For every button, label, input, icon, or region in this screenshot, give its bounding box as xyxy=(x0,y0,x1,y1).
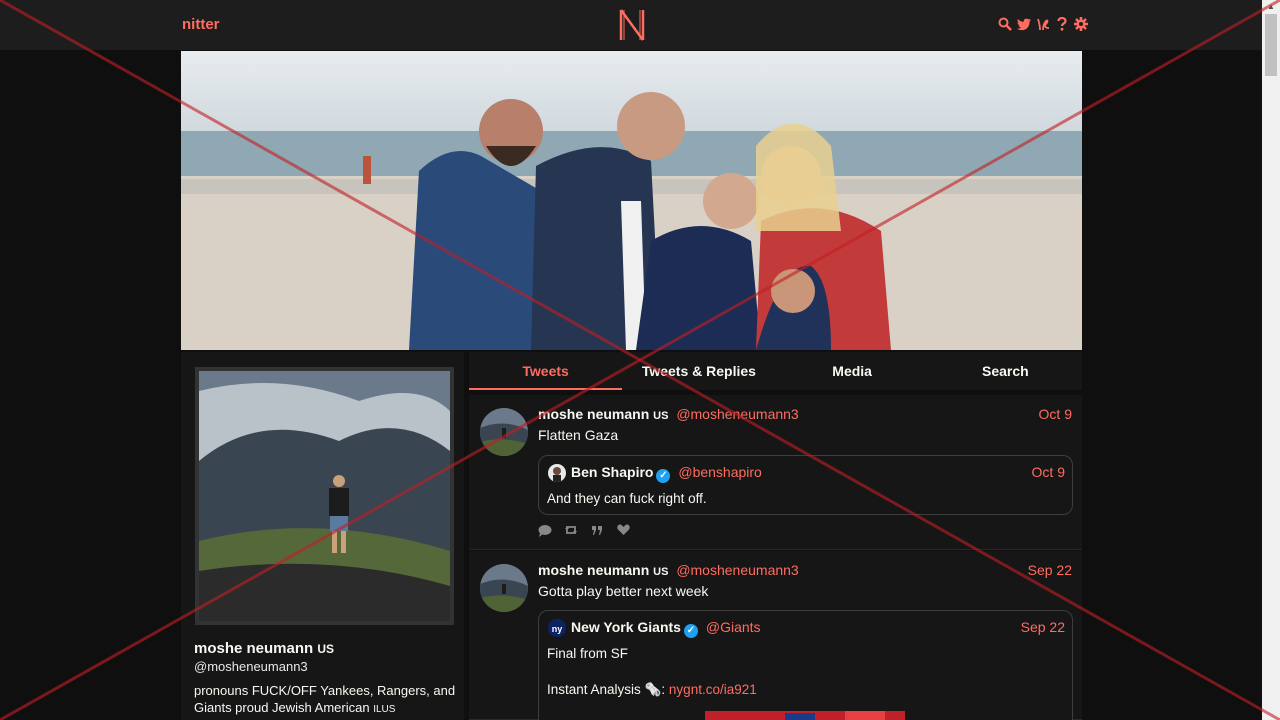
help-icon[interactable] xyxy=(1055,16,1069,32)
quote-text: And they can fuck right off. xyxy=(547,491,707,506)
tweet-stats xyxy=(538,523,630,537)
reply-icon[interactable] xyxy=(538,523,552,537)
profile-fullname-text: moshe neumann xyxy=(194,640,314,657)
tweet-avatar[interactable] xyxy=(480,564,528,612)
search-icon[interactable] xyxy=(998,16,1012,32)
retweet-icon[interactable] xyxy=(564,523,578,537)
tweet-fullname-text: moshe neumann xyxy=(538,406,650,422)
tweet-fullname-text: moshe neumann xyxy=(538,562,650,578)
quote-text-analysis: Instant Analysis 🗞️: nygnt.co/ia921 xyxy=(547,682,757,698)
quote-tweet[interactable]: ny New York Giants ✓ @Giants Sep 22 Final… xyxy=(538,610,1073,720)
twitter-bird-icon[interactable] xyxy=(1017,16,1031,32)
quote-fullname-text: New York Giants xyxy=(571,619,681,635)
verified-icon: ✓ xyxy=(656,469,671,483)
quote-fullname[interactable]: Ben Shapiro ✓ xyxy=(571,464,671,483)
quote-avatar[interactable] xyxy=(548,464,566,482)
profile-avatar[interactable] xyxy=(195,367,454,625)
svg-text:ny: ny xyxy=(552,624,563,634)
quote-icon[interactable] xyxy=(590,523,604,537)
page-scrollbar[interactable]: ▲ xyxy=(1262,0,1280,720)
quote-date[interactable]: Oct 9 xyxy=(1032,464,1065,480)
profile-banner[interactable] xyxy=(181,51,1082,350)
scroll-up-icon[interactable]: ▲ xyxy=(1262,0,1280,14)
quote-link[interactable]: nygnt.co/ia921 xyxy=(669,682,757,697)
gear-icon[interactable] xyxy=(1074,16,1088,32)
tweet-text: Flatten Gaza xyxy=(538,427,619,443)
tweet-flag: US xyxy=(653,566,669,578)
quote-header: Ben Shapiro ✓ @benshapiro Oct 9 xyxy=(571,464,1065,483)
tab-media[interactable]: Media xyxy=(776,352,929,390)
heart-icon[interactable] xyxy=(616,523,630,537)
newspaper-icon: 🗞️ xyxy=(644,682,662,697)
tweet-fullname[interactable]: moshe neumann US xyxy=(538,406,668,422)
timeline-tabs: Tweets Tweets & Replies Media Search xyxy=(469,352,1082,390)
tweet-date[interactable]: Sep 22 xyxy=(1028,562,1072,578)
rss-icon[interactable] xyxy=(1036,16,1050,32)
quote-analysis-label: Instant Analysis xyxy=(547,682,641,697)
scroll-thumb[interactable] xyxy=(1265,14,1277,76)
quote-fullname-text: Ben Shapiro xyxy=(571,464,654,480)
navbar: nitter xyxy=(0,0,1262,50)
tweet-username[interactable]: @mosheneumann3 xyxy=(676,406,798,422)
verified-icon: ✓ xyxy=(683,624,698,638)
quote-username[interactable]: @Giants xyxy=(706,619,761,635)
tweet-fullname[interactable]: moshe neumann US xyxy=(538,562,668,578)
tweet-date[interactable]: Oct 9 xyxy=(1039,406,1072,422)
quote-text: Final from SF xyxy=(547,646,629,661)
quote-media-image[interactable] xyxy=(705,711,905,720)
tweet-text: Gotta play better next week xyxy=(538,583,709,599)
quote-date[interactable]: Sep 22 xyxy=(1021,619,1065,635)
nav-brand-link[interactable]: nitter xyxy=(182,16,220,33)
quote-analysis-colon: : xyxy=(661,682,666,697)
tab-tweets[interactable]: Tweets xyxy=(469,352,623,390)
tweet-header: moshe neumann US @mosheneumann3 Sep 22 xyxy=(538,562,1072,578)
nitter-logo-icon[interactable] xyxy=(617,8,647,42)
tweet-header: moshe neumann US @mosheneumann3 Oct 9 xyxy=(538,406,1072,422)
tweet-flag: US xyxy=(653,410,669,422)
timeline-item[interactable]: moshe neumann US @mosheneumann3 Sep 22 G… xyxy=(469,551,1082,720)
quote-tweet[interactable]: Ben Shapiro ✓ @benshapiro Oct 9 And they … xyxy=(538,455,1073,515)
profile-bio: pronouns FUCK/OFF Yankees, Rangers, and … xyxy=(194,682,459,718)
nav-icons xyxy=(998,16,1088,32)
profile-bio-flags: ILUS xyxy=(373,704,396,715)
quote-header: New York Giants ✓ @Giants Sep 22 xyxy=(571,619,1065,638)
quote-avatar[interactable]: ny xyxy=(548,619,566,637)
profile-card: moshe neumann US @mosheneumann3 pronouns… xyxy=(181,352,464,720)
quote-username[interactable]: @benshapiro xyxy=(678,464,762,480)
quote-fullname[interactable]: New York Giants ✓ xyxy=(571,619,698,638)
profile-bio-text: pronouns FUCK/OFF Yankees, Rangers, and … xyxy=(194,683,456,715)
profile-flag: US xyxy=(317,642,335,656)
tab-tweets-replies[interactable]: Tweets & Replies xyxy=(622,352,775,390)
tweet-username[interactable]: @mosheneumann3 xyxy=(676,562,798,578)
tweet-avatar[interactable] xyxy=(480,408,528,456)
profile-fullname[interactable]: moshe neumann US xyxy=(194,640,334,657)
tab-search[interactable]: Search xyxy=(929,352,1082,390)
timeline-item[interactable]: moshe neumann US @mosheneumann3 Oct 9 Fl… xyxy=(469,395,1082,550)
profile-handle[interactable]: @mosheneumann3 xyxy=(194,659,308,674)
